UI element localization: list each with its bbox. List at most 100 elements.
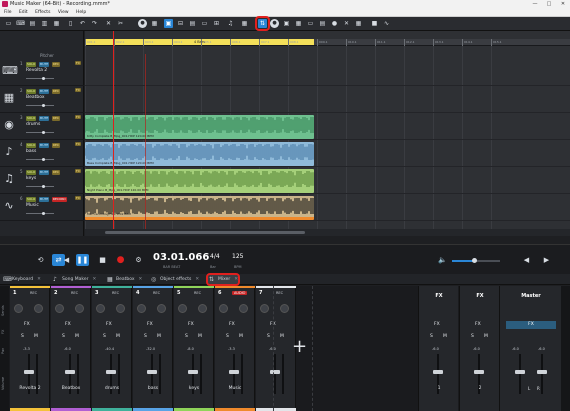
- track-fx-button[interactable]: FX: [75, 196, 81, 200]
- channel-fx-button[interactable]: FX: [106, 322, 112, 327]
- track-volume-slider[interactable]: [26, 77, 54, 80]
- add-track-button[interactable]: +: [292, 336, 307, 357]
- menu-help[interactable]: Help: [76, 10, 86, 15]
- maximize-button[interactable]: □: [542, 0, 556, 9]
- mute-button[interactable]: MUTE: [38, 197, 50, 202]
- new-icon[interactable]: ▭: [4, 19, 13, 28]
- channel-rec-button[interactable]: REC: [153, 291, 160, 295]
- track-fx-button[interactable]: FX: [75, 169, 81, 173]
- send-knob[interactable]: [34, 304, 43, 313]
- channel-mute-button[interactable]: M: [34, 334, 38, 339]
- send-knob[interactable]: [75, 304, 84, 313]
- close-icon[interactable]: ✕: [195, 277, 199, 282]
- solo-button[interactable]: SOLO: [26, 62, 37, 67]
- track-header[interactable]: ♪ 4 SOLO MUTE REC FX bass: [0, 141, 84, 167]
- track-volume-slider[interactable]: [26, 131, 54, 134]
- mute-button[interactable]: MUTE: [38, 89, 50, 94]
- channel-mute-button[interactable]: M: [75, 334, 79, 339]
- keyboard-icon[interactable]: ♫: [226, 19, 235, 28]
- track-lanes[interactable]: Kitty Complete B_Mpg_001.HDP 120.00 BPM …: [85, 54, 570, 229]
- zoom-icon[interactable]: ⊞: [212, 19, 221, 28]
- bpm-display[interactable]: 125: [232, 253, 243, 260]
- track-name[interactable]: drums: [26, 122, 40, 127]
- cut-icon[interactable]: ✂: [116, 19, 125, 28]
- mouse-mode-icon[interactable]: ●: [138, 19, 147, 28]
- channel-fx-button[interactable]: FX: [65, 322, 71, 327]
- track-name[interactable]: Beatbox: [26, 95, 45, 100]
- track-header[interactable]: ▦ 2 SOLO MUTE REC FX Beatbox: [0, 87, 84, 113]
- tab-song-maker[interactable]: ♪ Song Maker ✕: [52, 275, 96, 284]
- track-lane[interactable]: Ma...recording.HDP 0.02 BPM: [85, 195, 570, 221]
- send-knob[interactable]: [137, 304, 146, 313]
- redo-icon[interactable]: ↷: [90, 19, 99, 28]
- track-volume-slider[interactable]: [26, 104, 54, 107]
- record-arm-button[interactable]: RECORD: [51, 197, 67, 202]
- channel-rec-button[interactable]: REC: [112, 291, 119, 295]
- channel-mute-button[interactable]: M: [157, 334, 161, 339]
- track-volume-slider[interactable]: [26, 185, 54, 188]
- plugin-icon[interactable]: ▤: [318, 19, 327, 28]
- channel-fx-button[interactable]: FX: [188, 322, 194, 327]
- menu-view[interactable]: View: [58, 10, 69, 15]
- track-name[interactable]: bass: [26, 149, 36, 154]
- track-lane[interactable]: [85, 87, 570, 113]
- master-volume-slider[interactable]: [452, 258, 500, 263]
- position-display[interactable]: 03.01.066: [153, 252, 209, 263]
- mute-button[interactable]: MUTE: [38, 170, 50, 175]
- track-fx-button[interactable]: FX: [75, 88, 81, 92]
- track-name[interactable]: Revolta 2: [26, 68, 47, 73]
- track-header[interactable]: ◉ 3 SOLO MUTE REC FX drums: [0, 114, 84, 140]
- solo-button[interactable]: SOLO: [26, 170, 37, 175]
- channel-fx-button[interactable]: FX: [24, 322, 30, 327]
- send-knob[interactable]: [178, 304, 187, 313]
- settings-gear-icon[interactable]: ⚙: [132, 254, 145, 266]
- undo-icon[interactable]: ↶: [78, 19, 87, 28]
- pause-button[interactable]: ❚❚: [76, 254, 89, 266]
- tab-object-effects[interactable]: ◎ Object effects ✕: [150, 275, 199, 284]
- horizontal-scrollbar[interactable]: [85, 229, 570, 236]
- track-header[interactable]: ∿ 6 SOLO MUTE RECORD FX Music: [0, 195, 84, 221]
- delete-icon[interactable]: ✕: [104, 19, 113, 28]
- volume-handle[interactable]: [471, 258, 477, 263]
- loop-icon[interactable]: ⟲: [34, 254, 47, 266]
- browser-icon[interactable]: ●: [270, 19, 279, 28]
- fx-bus-fader-knob[interactable]: [433, 370, 443, 374]
- channel-fader-knob[interactable]: [65, 370, 75, 374]
- send-knob[interactable]: [219, 304, 228, 313]
- wave-icon[interactable]: ∿: [382, 19, 391, 28]
- score-icon[interactable]: ▦: [240, 19, 249, 28]
- fx-bus-fx-button[interactable]: FX: [475, 322, 481, 327]
- mute-button[interactable]: MUTE: [38, 62, 50, 67]
- channel-fader-knob[interactable]: [24, 370, 34, 374]
- channel-fader-knob[interactable]: [188, 370, 198, 374]
- track-fx-button[interactable]: FX: [75, 142, 81, 146]
- close-icon[interactable]: ✕: [37, 277, 41, 282]
- channel-fx-button[interactable]: FX: [229, 322, 235, 327]
- channel-solo-button[interactable]: S: [103, 334, 106, 339]
- channel-solo-button[interactable]: S: [62, 334, 65, 339]
- fx-bus-solo-button[interactable]: S: [430, 334, 433, 339]
- track-name[interactable]: Music: [26, 203, 39, 208]
- track-name[interactable]: keys: [26, 176, 36, 181]
- track-header[interactable]: ♫ 5 SOLO MUTE REC FX keys: [0, 168, 84, 194]
- store-icon[interactable]: ▦: [294, 19, 303, 28]
- audio-clip[interactable]: Night Piano B_Mpg_001.HDP 120.00 BPM: [85, 169, 314, 193]
- channel-rec-button[interactable]: REC: [71, 291, 78, 295]
- channel-mute-button[interactable]: M: [116, 334, 120, 339]
- scroll-thumb[interactable]: [105, 231, 305, 234]
- channel-rec-button[interactable]: REC: [194, 291, 201, 295]
- mixer-icon[interactable]: ⇅: [255, 16, 270, 31]
- collapse-icon[interactable]: ◀: [520, 254, 533, 266]
- track-lane[interactable]: Night Piano B_Mpg_001.HDP 120.00 BPM: [85, 168, 570, 194]
- mute-button[interactable]: MUTE: [38, 116, 50, 121]
- snap-icon[interactable]: ▭: [200, 19, 209, 28]
- media-icon[interactable]: ▣: [282, 19, 291, 28]
- send-knob[interactable]: [198, 304, 207, 313]
- track-lane[interactable]: [85, 60, 570, 86]
- close-icon[interactable]: ✕: [234, 277, 238, 282]
- master-fx-button[interactable]: FX: [506, 321, 556, 329]
- menu-effects[interactable]: Effects: [35, 10, 50, 15]
- channel-mute-button[interactable]: M: [239, 334, 243, 339]
- track-lane[interactable]: Bass Complete B_Mpg_001.HDP 120.00 BPM: [85, 141, 570, 167]
- track-lane[interactable]: Kitty Complete B_Mpg_001.HDP 120.00 BPM: [85, 114, 570, 140]
